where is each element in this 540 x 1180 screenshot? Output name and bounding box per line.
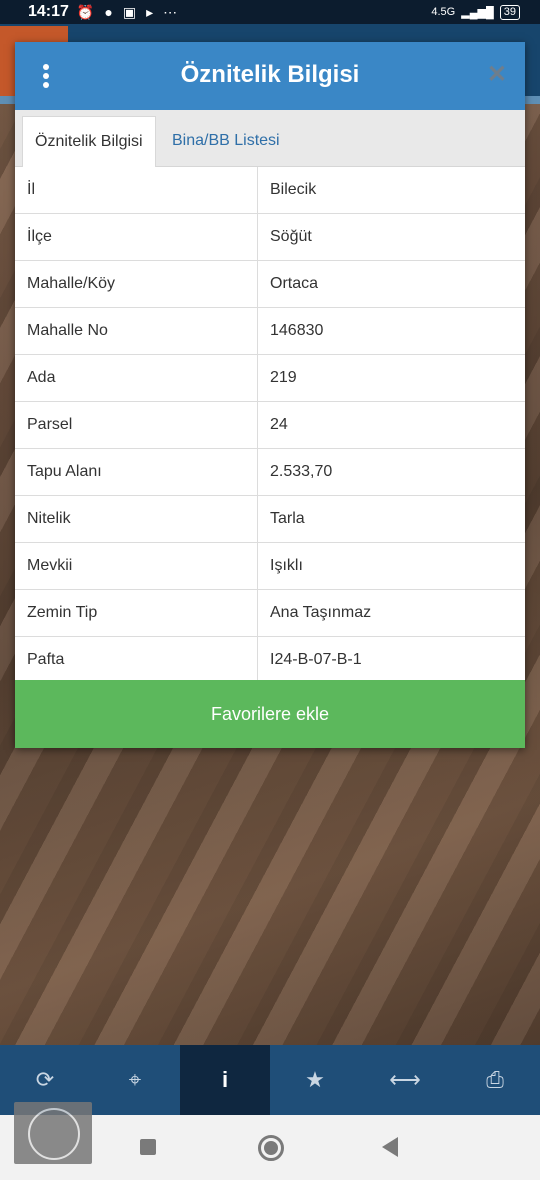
table-row: Mahalle No 146830 [15,307,525,355]
status-time: 14:17 [28,3,69,20]
table-row: Pafta I24-B-07-B-1 [15,636,525,684]
attribute-value: Bilecik [257,167,525,214]
table-row: İlçe Söğüt [15,213,525,261]
home-button[interactable] [258,1135,284,1161]
attribute-value: Ortaca [257,260,525,308]
attribute-table: İl Bilecik İlçe Söğüt Mahalle/Köy Ortaca Mahal… [15,167,525,684]
notification-icons: ⏰ ● ▣ ▸ ⋯ [77,4,177,21]
attribute-key: Mahalle/Köy [15,260,258,308]
attribute-dialog: Öznitelik Bilgisi ✕ Öznitelik Bilgisi Bi… [15,42,525,748]
table-row: Ada 219 [15,354,525,402]
attribute-value: 146830 [257,307,525,355]
table-row: Mahalle/Köy Ortaca [15,260,525,308]
attribute-value: I24-B-07-B-1 [257,636,525,684]
alarm-icon: ⏰ [76,3,95,20]
dialog-header: Öznitelik Bilgisi ✕ [15,42,525,110]
signal-icon: ▂▄▆█ [461,6,494,19]
table-row: Tapu Alanı 2.533,70 [15,448,525,496]
attribute-value: 24 [257,401,525,449]
attribute-value: 219 [257,354,525,402]
print-icon[interactable]: ⎙ [450,1045,540,1115]
info-icon[interactable]: i [180,1045,270,1115]
status-bar: 14:17 ⏰ ● ▣ ▸ ⋯ 4.5G ▂▄▆█ 39 [0,0,540,24]
attribute-key: Tapu Alanı [15,448,258,496]
network-type: 4.5G [431,6,456,18]
status-right: 4.5G ▂▄▆█ 39 [431,4,520,20]
attribute-key: Nitelik [15,495,258,543]
table-row: Parsel 24 [15,401,525,449]
table-row: Nitelik Tarla [15,495,525,543]
attribute-key: Zemin Tip [15,589,258,637]
table-row: İl Bilecik [15,167,525,214]
tab-bar: Öznitelik Bilgisi Bina/BB Listesi [15,110,525,167]
attribute-key: Parsel [15,401,258,449]
table-row: Mevkii Işıklı [15,542,525,590]
attribute-value: Tarla [257,495,525,543]
attribute-key: Pafta [15,636,258,684]
attribute-value: 2.533,70 [257,448,525,496]
box-icon: ▣ [122,3,137,20]
chat-icon: ● [104,3,113,20]
measure-icon[interactable]: ⟷ [360,1045,450,1115]
dialog-title: Öznitelik Bilgisi [180,61,360,88]
attribute-key: İlçe [15,213,258,261]
attribute-value: Işıklı [257,542,525,590]
locate-icon[interactable]: ⌖ [90,1045,180,1115]
attribute-value: Söğüt [257,213,525,261]
more-icon: ⋯ [163,3,178,20]
attribute-key: İl [15,167,258,214]
battery-icon: 39 [499,4,520,20]
recents-button[interactable] [140,1139,156,1155]
close-icon[interactable]: ✕ [487,62,507,88]
attribute-key: Mevkii [15,542,258,590]
star-icon[interactable]: ★ [270,1045,360,1115]
play-icon: ▸ [146,3,154,20]
attribute-value: Ana Taşınmaz [257,589,525,637]
table-row: Zemin Tip Ana Taşınmaz [15,589,525,637]
attribute-key: Ada [15,354,258,402]
add-favorite-button[interactable]: Favorilere ekle [15,680,525,748]
brand-logo [14,1102,92,1164]
tab-attributes[interactable]: Öznitelik Bilgisi [22,116,156,167]
logo-emblem [28,1108,80,1160]
back-button[interactable] [382,1137,398,1157]
attribute-key: Mahalle No [15,307,258,355]
tab-building-list[interactable]: Bina/BB Listesi [160,116,292,166]
